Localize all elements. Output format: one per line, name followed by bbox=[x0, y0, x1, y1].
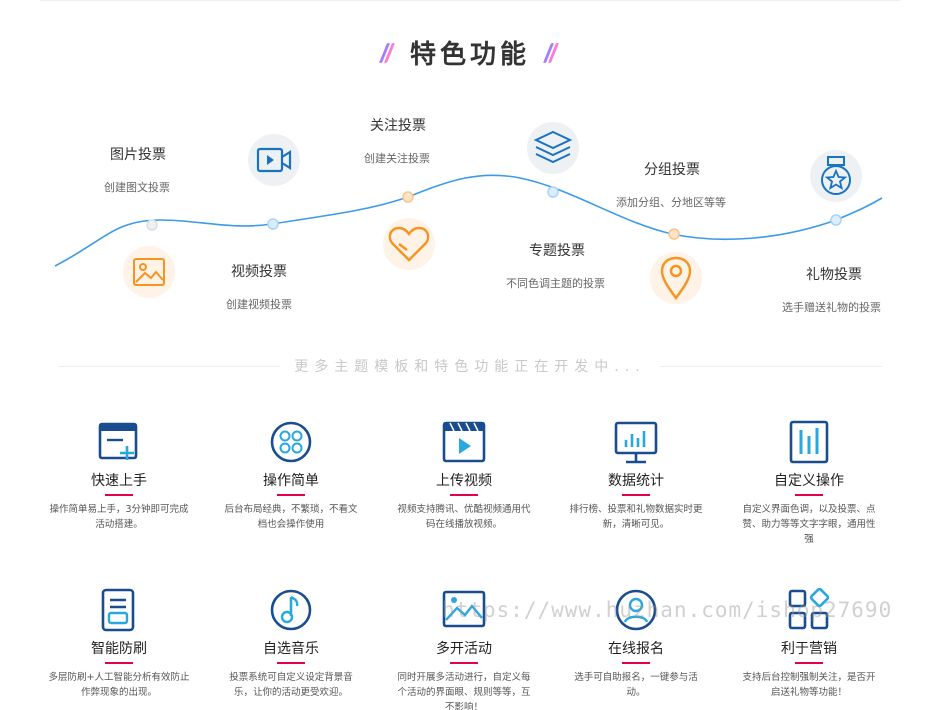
title-underline bbox=[450, 494, 478, 496]
title-underline bbox=[795, 662, 823, 664]
divider-text: 更多主题模板和特色功能正在开发中... bbox=[280, 359, 660, 375]
feature-desc: 排行榜、投票和礼物数据实时更新，清晰可见。 bbox=[569, 504, 703, 530]
timeline-label: 专题投票 bbox=[529, 243, 585, 259]
feature-title: 数据统计 bbox=[608, 473, 664, 489]
feature-title: 操作简单 bbox=[263, 473, 319, 489]
bar-chart-icon bbox=[614, 420, 658, 464]
feature-desc: 操作简单易上手，3分钟即可完成活动搭建。 bbox=[49, 504, 189, 530]
feature-title: 多开活动 bbox=[436, 641, 492, 657]
timeline-label: 视频投票 bbox=[231, 264, 287, 280]
timeline-label: 关注投票 bbox=[370, 118, 426, 134]
timeline-node bbox=[668, 228, 680, 240]
title-underline bbox=[795, 494, 823, 496]
timeline-sub: 创建视频投票 bbox=[226, 298, 292, 311]
timeline-node bbox=[146, 219, 158, 231]
feature-title: 在线报名 bbox=[608, 641, 664, 657]
timeline-sub: 创建关注投票 bbox=[364, 152, 430, 165]
image-icon bbox=[123, 246, 175, 298]
timeline-label: 礼物投票 bbox=[806, 267, 862, 283]
timeline-label: 图片投票 bbox=[110, 147, 166, 163]
quick-add-icon bbox=[97, 420, 141, 464]
timeline-node bbox=[547, 186, 559, 198]
timeline-sub: 选手赠送礼物的投票 bbox=[782, 301, 881, 314]
video-camera-icon bbox=[248, 134, 300, 186]
feature-title: 自定义操作 bbox=[774, 473, 844, 489]
timeline-sub: 不同色调主题的投票 bbox=[506, 277, 605, 290]
medal-icon bbox=[810, 150, 862, 202]
title-underline bbox=[277, 662, 305, 664]
feature-desc: 投票系统可自定义设定背景音乐，让你的活动更受欢迎。 bbox=[229, 672, 353, 698]
timeline-node bbox=[267, 218, 279, 230]
title-underline bbox=[450, 662, 478, 664]
title-underline bbox=[105, 662, 133, 664]
feature-desc: 多层防刷+人工智能分析有效防止作弊现象的出现。 bbox=[48, 672, 190, 698]
feature-card: 自定义操作 自定义界面色调，以及投票、点赞、助力等等文字字眼，通用性强 bbox=[734, 420, 884, 547]
layers-icon bbox=[527, 122, 579, 174]
feature-desc: 选手可自助报名，一键参与活动。 bbox=[574, 672, 698, 698]
watermark-text: https://www.huzhan.com/ishop27690 bbox=[442, 598, 893, 622]
timeline-node bbox=[402, 191, 414, 203]
divider-caption: 更多主题模板和特色功能正在开发中... bbox=[0, 356, 940, 376]
video-play-icon bbox=[442, 420, 486, 464]
timeline-node bbox=[830, 214, 842, 226]
heart-icon bbox=[383, 218, 435, 270]
title-underline bbox=[105, 494, 133, 496]
timeline-sub: 创建图文投票 bbox=[104, 181, 170, 194]
feature-title: 快速上手 bbox=[91, 473, 147, 489]
feature-card: 自选音乐 投票系统可自定义设定背景音乐，让你的活动更受欢迎。 bbox=[216, 588, 366, 700]
feature-desc: 同时开展多活动进行，自定义每个活动的界面眼、规则等等，互不影响！ bbox=[397, 672, 531, 710]
feature-title: 上传视频 bbox=[436, 473, 492, 489]
feature-timeline: 图片投票 创建图文投票 视频投票 创建视频投票 关注投票 创建关注投票 专题投票… bbox=[0, 0, 940, 330]
feature-desc: 支持后台控制强制关注，是否开启送礼物等功能！ bbox=[742, 672, 876, 698]
feature-desc: 自定义界面色调，以及投票、点赞、助力等等文字字眼，通用性强 bbox=[742, 504, 876, 545]
feature-desc: 后台布局经典，不繁琐，不看文档也会操作使用 bbox=[224, 504, 358, 530]
feature-card: 操作简单 后台布局经典，不繁琐，不看文档也会操作使用 bbox=[216, 420, 366, 532]
feature-title: 利于营销 bbox=[781, 641, 837, 657]
timeline-sub: 添加分组、分地区等等 bbox=[616, 196, 726, 209]
document-shield-icon bbox=[97, 588, 141, 632]
feature-title: 自选音乐 bbox=[263, 641, 319, 657]
feature-desc: 视频支持腾讯、优酷视频通用代码在线播放视频。 bbox=[397, 504, 531, 530]
feature-card: 上传视频 视频支持腾讯、优酷视频通用代码在线播放视频。 bbox=[389, 420, 539, 532]
title-underline bbox=[622, 662, 650, 664]
feature-card: 数据统计 排行榜、投票和礼物数据实时更新，清晰可见。 bbox=[561, 420, 711, 532]
title-underline bbox=[622, 494, 650, 496]
timeline-label: 分组投票 bbox=[644, 162, 700, 178]
location-pin-icon bbox=[650, 252, 702, 304]
custom-bars-icon bbox=[787, 420, 831, 464]
feature-card: 智能防刷 多层防刷+人工智能分析有效防止作弊现象的出现。 bbox=[44, 588, 194, 700]
feature-card: 快速上手 操作简单易上手，3分钟即可完成活动搭建。 bbox=[44, 420, 194, 532]
title-underline bbox=[277, 494, 305, 496]
music-note-icon bbox=[269, 588, 313, 632]
grid-circle-icon bbox=[269, 420, 313, 464]
feature-title: 智能防刷 bbox=[91, 641, 147, 657]
